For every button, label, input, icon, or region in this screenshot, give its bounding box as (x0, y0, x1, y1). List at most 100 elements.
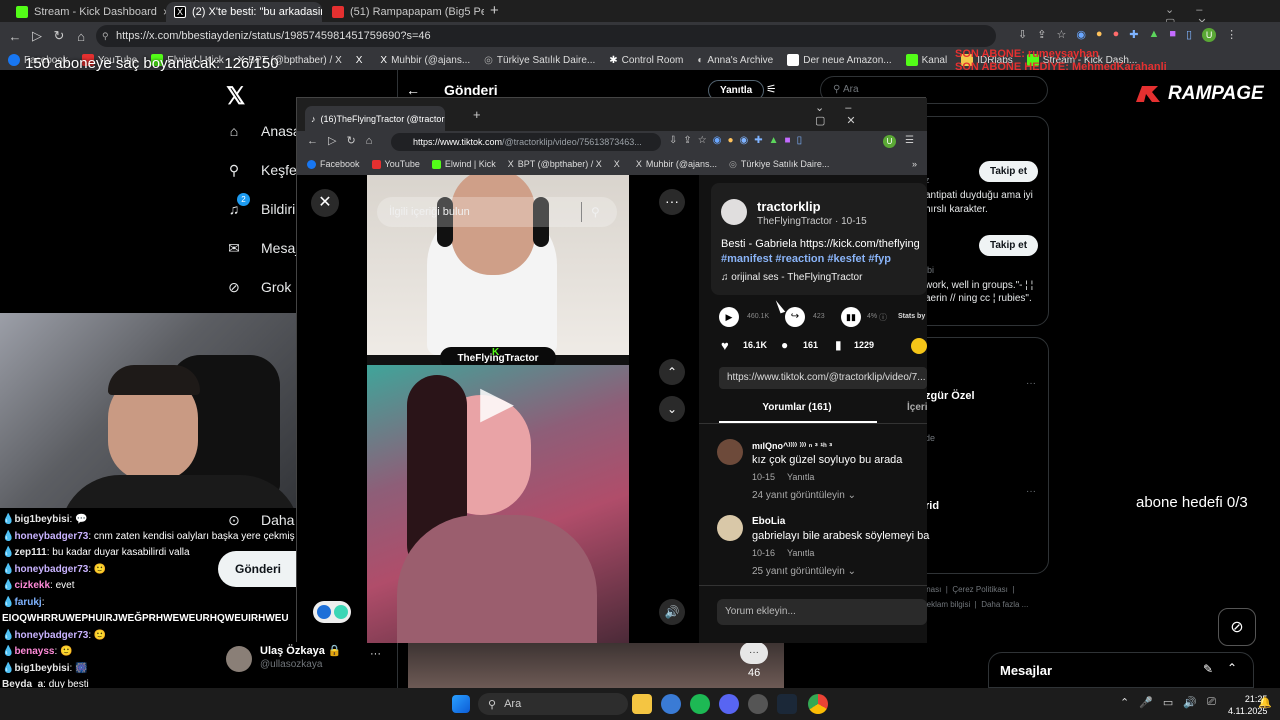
comment-author[interactable]: EboLia (752, 516, 785, 527)
bookmark-item[interactable]: Kanal (905, 54, 947, 66)
tab-related[interactable]: İçeri (907, 402, 928, 413)
close-video-button[interactable]: ✕ (311, 189, 339, 217)
comment-author[interactable]: mılQno^⁾⁾⁾⁾ ⁾⁾⁾ ⁿ ³ ¹ʰ ³ (752, 441, 832, 452)
author-avatar[interactable] (721, 199, 747, 225)
bookmark-item[interactable]: ✱ Control Room (609, 55, 683, 66)
comment-icon[interactable]: ··· (740, 642, 768, 664)
tab-kick-dashboard[interactable]: Stream - Kick Dashboard × (8, 2, 168, 22)
chevron-down-icon[interactable]: ⌄ (659, 396, 685, 422)
bookmark-item[interactable]: YouTube (371, 159, 420, 169)
extension-icon[interactable]: ■ (1169, 28, 1176, 42)
stats-icon[interactable]: ▮▮ (841, 307, 861, 327)
extension-icon[interactable]: ● (1096, 28, 1103, 42)
browser-extensions[interactable]: ⇩ ⇪ ☆ ◉ ● ● ✚ ▲ ■ ▯ U ⋮ (1018, 28, 1237, 42)
more-options-icon[interactable]: ··· (659, 189, 685, 215)
home-icon[interactable]: ⌂ (70, 25, 92, 47)
profile-avatar[interactable]: U (883, 135, 896, 148)
bookmark-item[interactable]: Der neue Amazon... (787, 54, 892, 66)
menu-icon[interactable]: ⋮ (1226, 28, 1237, 42)
back-arrow-icon[interactable]: ← (406, 82, 420, 98)
address-bar[interactable]: https://www.tiktok.com/@tractorklip/vide… (391, 133, 661, 151)
share-icon[interactable]: ⇪ (1037, 28, 1046, 42)
new-tab-button[interactable]: + (490, 2, 499, 19)
tiktok-video[interactable]: K TheFlyingTractor ▶ İlgili içeriği bulu… (367, 175, 629, 643)
sidepanel-icon[interactable]: ▯ (1186, 28, 1192, 42)
microphone-icon[interactable]: 🎤 (1139, 696, 1153, 709)
bookmark-item[interactable]: ◐ Anna's Archive (697, 55, 773, 66)
steam-icon[interactable] (777, 694, 797, 714)
back-icon[interactable]: ← (4, 25, 26, 47)
avatar[interactable] (717, 439, 743, 465)
more-bookmarks-icon[interactable]: » (912, 159, 917, 169)
play-icon[interactable]: ▶ (471, 377, 523, 429)
bookmark-icon[interactable]: ☆ (1056, 28, 1066, 42)
browser-extensions[interactable]: ⇩⇪☆◉●◉✚▲■▯ (669, 135, 808, 146)
bookmark-item[interactable]: X (356, 55, 367, 66)
chevron-up-icon[interactable]: ⌃ (1227, 661, 1237, 675)
follow-button[interactable]: Takip et (979, 161, 1039, 182)
avatar[interactable] (717, 515, 743, 541)
download-icon[interactable]: ⇩ (1018, 28, 1027, 42)
tab-x-post[interactable]: X (2) X'te besti: "bu arkadasin bir c × (166, 2, 322, 22)
hashtags[interactable]: #manifest #reaction #kesfet #fyp (721, 253, 891, 265)
more-icon[interactable]: ··· (1026, 378, 1036, 389)
sound-info[interactable]: ♫ orijinal ses - TheFlyingTractor (721, 272, 862, 283)
bookmark-item[interactable]: Facebook (307, 159, 360, 169)
extension-icon[interactable]: ● (1113, 28, 1120, 42)
file-explorer-icon[interactable] (632, 694, 652, 714)
menu-icon[interactable]: ☰ (905, 135, 914, 146)
follow-button[interactable]: Takip et (979, 235, 1039, 256)
window-controls[interactable]: ⌄–▢✕ (815, 101, 927, 127)
related-search-input[interactable]: İlgili içeriği bulun ⚲ (377, 197, 617, 227)
coin-icon[interactable] (911, 338, 927, 354)
nav-explore[interactable]: ⚲ Keşfet (225, 161, 301, 179)
bookmark-item[interactable]: X (614, 159, 624, 169)
address-bar[interactable]: ⚲ https://x.com/bbestiaydeniz/status/198… (96, 25, 996, 47)
spotify-icon[interactable] (690, 694, 710, 714)
bookmark-icon[interactable]: ▮ (835, 338, 842, 352)
chevron-up-icon[interactable]: ⌃ (659, 359, 685, 385)
tab-tiktok[interactable]: ♪ (16)TheFlyingTractor (@tractorkli × (305, 106, 445, 131)
bookmark-item[interactable]: Elwind | Kick (431, 159, 496, 169)
reload-icon[interactable]: ↻ (48, 25, 70, 47)
reply-link[interactable]: Yanıtla (787, 548, 814, 558)
new-message-icon[interactable]: ✎ (1203, 662, 1213, 676)
search-icon[interactable]: ⚲ (591, 197, 600, 227)
add-comment-input[interactable]: Yorum ekleyin... (717, 599, 927, 625)
network-icon[interactable]: ▭ (1163, 696, 1173, 709)
tab-comments[interactable]: Yorumlar (161) (719, 402, 875, 413)
trend-title[interactable]: rid (925, 500, 939, 512)
extension-widget[interactable] (313, 601, 351, 623)
new-tab-button[interactable]: + (473, 107, 481, 122)
share-icon[interactable]: ↪ (785, 307, 805, 327)
volume-icon[interactable]: 🔊 (1183, 696, 1197, 709)
windows-start-icon[interactable] (452, 695, 470, 713)
view-replies-link[interactable]: 25 yanıt görüntüleyin ⌄ (752, 566, 856, 577)
app-icon[interactable] (748, 694, 768, 714)
notification-bell-icon[interactable]: 🔔 (1258, 696, 1272, 709)
view-replies-link[interactable]: 24 yanıt görüntüleyin ⌄ (752, 490, 856, 501)
footer-links[interactable]: ınası | Çerez Politikası | reklam bilgis… (924, 582, 1028, 612)
chrome-icon[interactable] (808, 694, 828, 714)
system-tray[interactable]: ⌃ 🎤 ▭ 🔊 ⎚ (1120, 696, 1216, 709)
author-name[interactable]: tractorklip (757, 199, 821, 214)
display-icon[interactable]: ⎚ (1207, 696, 1216, 709)
bookmark-item[interactable]: X Muhbir (@ajans... (380, 55, 470, 66)
messages-drawer[interactable]: Mesajlar ✎ ⌃ (988, 652, 1254, 688)
puzzle-icon[interactable]: ✚ (1129, 28, 1138, 42)
site-info-icon[interactable]: ⚲ (102, 31, 109, 42)
extension-icon[interactable]: ▲ (1148, 28, 1159, 42)
video-link-field[interactable]: https://www.tiktok.com/@tractorklip/vide… (719, 367, 927, 389)
bookmark-item[interactable]: X BPT (@bpthaber) / X (508, 159, 602, 169)
tab-youtube[interactable]: (51) Rampapapam (Big5 Performa × (324, 2, 484, 22)
bookmark-item[interactable]: ◎ Türkiye Satılık Daire... (729, 159, 829, 170)
nav-grok[interactable]: ⊘ Grok (225, 278, 291, 296)
extension-icon[interactable]: ◉ (1076, 28, 1086, 42)
volume-icon[interactable]: 🔊 (659, 599, 685, 625)
filter-icon[interactable]: ⚟ (766, 82, 777, 96)
trend-title[interactable]: zgür Özel (925, 390, 975, 402)
more-icon[interactable]: ··· (1026, 486, 1036, 497)
more-icon[interactable]: ··· (370, 648, 381, 660)
play-icon[interactable]: ▶ (719, 307, 739, 327)
comment-icon[interactable]: ● (781, 338, 788, 352)
